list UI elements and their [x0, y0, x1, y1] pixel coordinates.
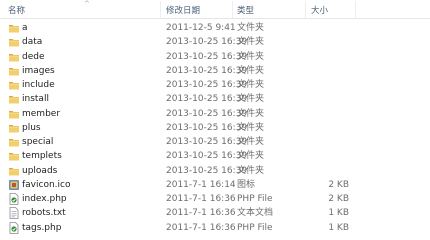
column-header-name[interactable]: 名称: [8, 4, 25, 16]
file-row[interactable]: tags.php 2011-7-1 16:36 PHP File 1 KB: [0, 221, 430, 235]
file-row[interactable]: robots.txt 2011-7-1 16:36 文本文档 1 KB: [0, 206, 430, 220]
file-row[interactable]: favicon.ico 2011-7-1 16:14 图标 2 KB: [0, 178, 430, 192]
file-name: uploads: [22, 165, 58, 176]
folder-icon: [8, 36, 20, 48]
file-type: PHP File: [237, 222, 273, 233]
file-row[interactable]: templets 2013-10-25 16:39 文件夹: [0, 149, 430, 163]
favicon-icon: [8, 179, 20, 191]
file-modified-date: 2011-7-1 16:36: [166, 222, 236, 233]
file-type: 文本文档: [237, 208, 274, 219]
file-name: robots.txt: [22, 208, 66, 219]
file-type: 图标: [237, 179, 256, 190]
file-type: 文件夹: [237, 65, 265, 76]
file-modified-date: 2011-7-1 16:14: [166, 179, 236, 190]
file-type: 文件夹: [237, 51, 265, 62]
column-header-size[interactable]: 大小: [311, 4, 328, 16]
file-name: tags.php: [22, 222, 62, 233]
folder-icon: [8, 51, 20, 63]
file-name: special: [22, 137, 54, 147]
column-header-bar: 名称 ^ 修改日期 类型 大小: [0, 0, 430, 19]
php-file-icon: [8, 193, 20, 205]
file-type: 文件夹: [237, 165, 265, 176]
file-modified-date: 2011-7-1 16:36: [166, 194, 236, 204]
column-divider[interactable]: [160, 1, 161, 18]
file-modified-date: 2011-7-1 16:36: [166, 208, 236, 219]
file-modified-date: 2013-10-25 16:39: [166, 94, 248, 105]
file-type: 文件夹: [237, 37, 265, 48]
file-modified-date: 2013-10-25 16:39: [166, 80, 248, 90]
file-type: 文件夹: [237, 94, 265, 105]
file-row[interactable]: data 2013-10-25 16:39 文件夹: [0, 35, 430, 49]
file-type: 文件夹: [237, 80, 265, 90]
file-name: data: [22, 37, 43, 48]
folder-icon: [8, 122, 20, 134]
file-modified-date: 2013-10-25 16:39: [166, 37, 248, 48]
text-file-icon: [8, 207, 20, 220]
file-name: index.php: [22, 194, 67, 204]
file-row[interactable]: install 2013-10-25 16:39 文件夹: [0, 92, 430, 106]
folder-icon: [8, 136, 20, 148]
folder-icon: [8, 65, 20, 77]
file-name: a: [22, 23, 28, 33]
column-divider[interactable]: [305, 1, 306, 18]
php-file-icon: [8, 221, 20, 234]
folder-icon: [8, 165, 20, 177]
column-divider[interactable]: [355, 1, 356, 18]
file-row[interactable]: include 2013-10-25 16:39 文件夹: [0, 78, 430, 92]
sort-ascending-icon: ^: [84, 0, 90, 8]
file-modified-date: 2013-10-25 16:39: [166, 151, 248, 162]
folder-icon: [8, 79, 20, 91]
file-name: install: [22, 94, 49, 105]
column-divider[interactable]: [232, 1, 233, 18]
file-name: include: [22, 80, 55, 90]
file-size: 2 KB: [328, 179, 349, 190]
file-type: 文件夹: [237, 108, 265, 119]
file-row[interactable]: a 2011-12-5 9:41 文件夹: [0, 21, 430, 35]
column-header-type[interactable]: 类型: [237, 4, 254, 16]
file-modified-date: 2013-10-25 16:39: [166, 122, 248, 133]
file-row[interactable]: index.php 2011-7-1 16:36 PHP File 2 KB: [0, 192, 430, 206]
folder-icon: [8, 150, 20, 162]
file-name: images: [22, 65, 55, 76]
file-size: 2 KB: [328, 194, 349, 204]
file-type: 文件夹: [237, 23, 265, 33]
file-name: dede: [22, 51, 45, 62]
file-type: 文件夹: [237, 122, 265, 133]
file-size: 1 KB: [328, 208, 349, 219]
file-row[interactable]: images 2013-10-25 16:39 文件夹: [0, 64, 430, 78]
column-header-date[interactable]: 修改日期: [166, 4, 200, 16]
file-type: 文件夹: [237, 151, 265, 162]
file-modified-date: 2013-10-25 16:39: [166, 137, 248, 147]
folder-icon: [8, 93, 20, 105]
file-type: PHP File: [237, 194, 273, 204]
file-name: templets: [22, 151, 62, 162]
file-row[interactable]: uploads 2013-10-25 16:39 文件夹: [0, 164, 430, 178]
file-size: 1 KB: [328, 222, 349, 233]
file-row[interactable]: plus 2013-10-25 16:39 文件夹: [0, 121, 430, 135]
file-name: favicon.ico: [22, 179, 71, 190]
file-type: 文件夹: [237, 137, 265, 147]
file-row[interactable]: member 2013-10-25 16:39 文件夹: [0, 107, 430, 121]
file-name: member: [22, 108, 61, 119]
file-modified-date: 2013-10-25 16:39: [166, 108, 248, 119]
file-modified-date: 2013-10-25 16:39: [166, 165, 248, 176]
file-row[interactable]: special 2013-10-25 16:39 文件夹: [0, 135, 430, 149]
folder-icon: [8, 108, 20, 120]
file-modified-date: 2011-12-5 9:41: [166, 23, 236, 33]
file-row[interactable]: dede 2013-10-25 16:39 文件夹: [0, 50, 430, 64]
folder-icon: [8, 22, 20, 34]
file-name: plus: [22, 122, 41, 133]
file-list: a 2011-12-5 9:41 文件夹 data 2013-10-25 16:39 文件…: [0, 21, 430, 235]
file-modified-date: 2013-10-25 16:39: [166, 65, 248, 76]
file-modified-date: 2013-10-25 16:39: [166, 51, 248, 62]
